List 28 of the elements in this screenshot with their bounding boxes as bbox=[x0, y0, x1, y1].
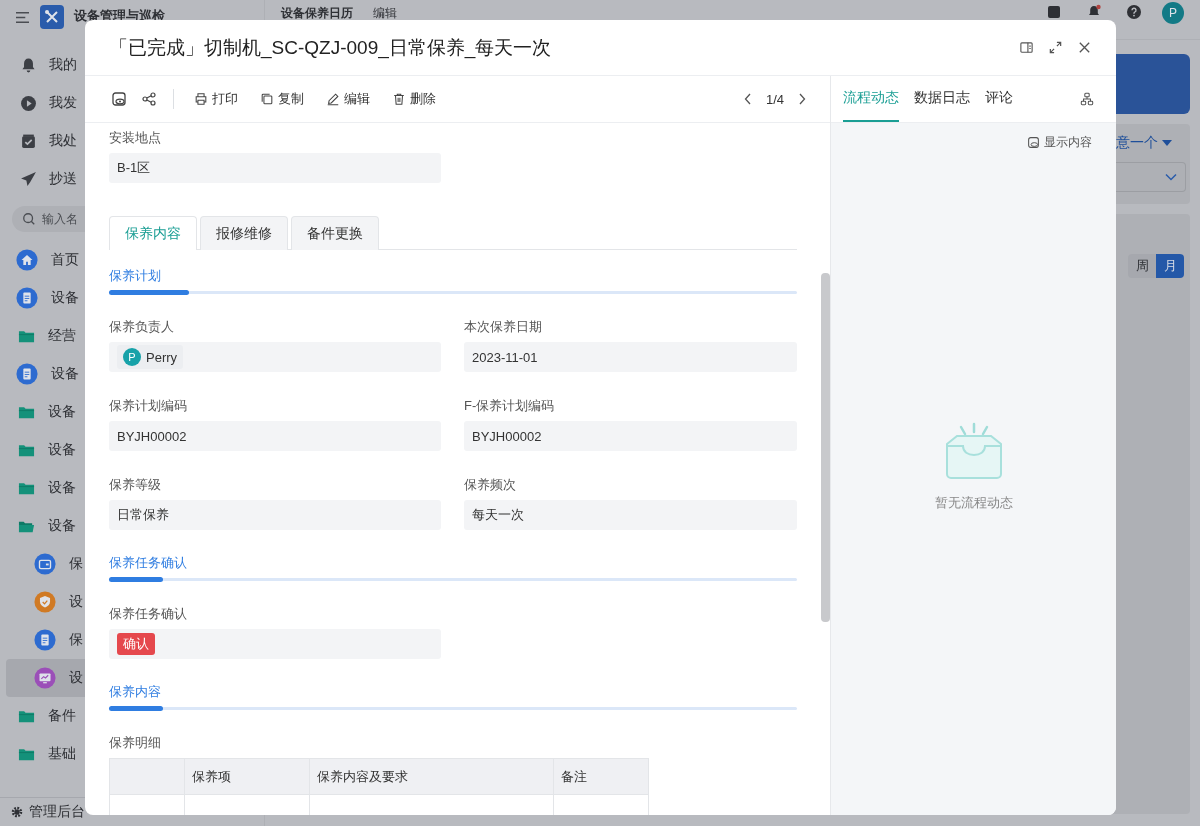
section-title: 保养内容 bbox=[109, 683, 162, 701]
column-header: 保养项 bbox=[184, 758, 310, 795]
user-avatar: P bbox=[123, 348, 141, 366]
section-title: 保养计划 bbox=[109, 267, 162, 285]
read-only-field: BYJH00002 bbox=[109, 421, 441, 451]
section-title: 保养任务确认 bbox=[109, 554, 188, 572]
empty-state-text: 暂无流程动态 bbox=[934, 494, 1013, 512]
field-label: 保养频次 bbox=[464, 476, 517, 494]
status-tag: 确认 bbox=[117, 633, 155, 655]
field-label: 安装地点 bbox=[109, 129, 162, 147]
dialog-title: 「已完成」切制机_SC-QZJ-009_日常保养_每天一次 bbox=[109, 35, 552, 61]
page-counter: 1/4 bbox=[765, 91, 784, 107]
column-header: 保养内容及要求 bbox=[309, 758, 554, 795]
field-label: 保养计划编码 bbox=[109, 397, 188, 415]
field-label: 保养明细 bbox=[109, 734, 162, 752]
field-label: 保养负责人 bbox=[109, 318, 175, 336]
column-header: 备注 bbox=[553, 758, 649, 795]
field-label: 保养等级 bbox=[109, 476, 162, 494]
user-name: Perry bbox=[146, 349, 178, 365]
field-label: F-保养计划编码 bbox=[464, 397, 556, 415]
read-only-field: BYJH00002 bbox=[464, 421, 797, 451]
field-label: 本次保养日期 bbox=[464, 318, 543, 336]
read-only-field: 每天一次 bbox=[464, 500, 797, 530]
field-label: 保养任务确认 bbox=[109, 605, 188, 623]
read-only-field: 2023-11-01 bbox=[464, 342, 797, 372]
read-only-field: 日常保养 bbox=[109, 500, 441, 530]
read-only-field: B-1区 bbox=[109, 153, 441, 183]
page-title: 设备保养日历 bbox=[281, 5, 353, 22]
